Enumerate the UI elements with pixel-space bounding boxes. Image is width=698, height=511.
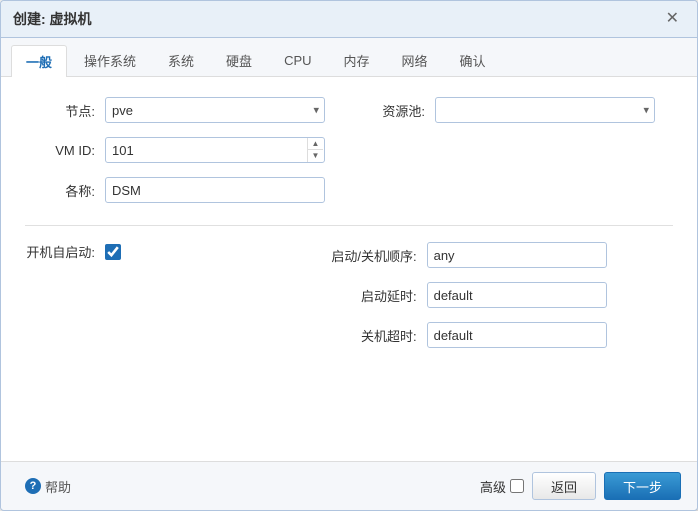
name-row: 各称: bbox=[25, 177, 325, 203]
tab-memory[interactable]: 内存 bbox=[329, 44, 385, 76]
name-label: 各称: bbox=[25, 181, 105, 200]
autostart-column: 开机自启动: bbox=[25, 242, 317, 362]
form-content: 节点: pve VM ID: ▲ ▼ bbox=[1, 77, 697, 461]
tab-system[interactable]: 系统 bbox=[153, 44, 209, 76]
advanced-checkbox[interactable] bbox=[510, 479, 524, 493]
node-select[interactable]: pve bbox=[105, 97, 325, 123]
create-vm-dialog: 创建: 虚拟机 ✕ 一般 操作系统 系统 硬盘 CPU 内存 网络 确认 节点:… bbox=[0, 0, 698, 511]
vmid-spinner-wrapper: ▲ ▼ bbox=[105, 137, 325, 163]
title-bar: 创建: 虚拟机 ✕ bbox=[1, 1, 697, 38]
resource-pool-select-wrapper bbox=[435, 97, 655, 123]
startup-column: 启动/关机顺序: 启动延时: 关机超时: bbox=[317, 242, 673, 362]
tab-network[interactable]: 网络 bbox=[387, 44, 443, 76]
help-button[interactable]: ? 帮助 bbox=[17, 473, 79, 500]
tab-os[interactable]: 操作系统 bbox=[69, 44, 151, 76]
startup-delay-label: 启动延时: bbox=[317, 286, 427, 305]
right-column: 资源池: bbox=[325, 97, 673, 217]
autostart-label: 开机自启动: bbox=[25, 242, 105, 261]
startup-delay-input[interactable] bbox=[427, 282, 607, 308]
tab-confirm[interactable]: 确认 bbox=[445, 44, 501, 76]
vmid-row: VM ID: ▲ ▼ bbox=[25, 137, 325, 163]
help-icon: ? bbox=[25, 478, 41, 494]
resource-pool-row: 资源池: bbox=[325, 97, 673, 123]
next-button[interactable]: 下一步 bbox=[604, 472, 681, 500]
autostart-checkbox-wrapper bbox=[105, 244, 121, 260]
left-column: 节点: pve VM ID: ▲ ▼ bbox=[25, 97, 325, 217]
footer-right: 高级 返回 下一步 bbox=[480, 472, 681, 500]
vmid-label: VM ID: bbox=[25, 143, 105, 158]
node-row: 节点: pve bbox=[25, 97, 325, 123]
section-divider bbox=[25, 225, 673, 226]
tab-general[interactable]: 一般 bbox=[11, 45, 67, 77]
shutdown-timeout-label: 关机超时: bbox=[317, 326, 427, 345]
vmid-up-arrow[interactable]: ▲ bbox=[307, 138, 323, 150]
autostart-row: 开机自启动: bbox=[25, 242, 317, 261]
resource-pool-select[interactable] bbox=[435, 97, 655, 123]
shutdown-timeout-input[interactable] bbox=[427, 322, 607, 348]
node-label: 节点: bbox=[25, 101, 105, 120]
vmid-spinner-arrows: ▲ ▼ bbox=[307, 138, 323, 162]
resource-pool-label: 资源池: bbox=[325, 101, 435, 120]
autostart-checkbox[interactable] bbox=[105, 244, 121, 260]
close-button[interactable]: ✕ bbox=[660, 9, 685, 29]
tab-bar: 一般 操作系统 系统 硬盘 CPU 内存 网络 确认 bbox=[1, 38, 697, 77]
help-label: 帮助 bbox=[45, 477, 71, 496]
vmid-down-arrow[interactable]: ▼ bbox=[307, 150, 323, 162]
bottom-section: 开机自启动: 启动/关机顺序: 启动延时: 关机超时: bbox=[25, 242, 673, 362]
advanced-label: 高级 bbox=[480, 477, 506, 496]
shutdown-timeout-row: 关机超时: bbox=[317, 322, 673, 348]
node-select-wrapper: pve bbox=[105, 97, 325, 123]
name-input[interactable] bbox=[105, 177, 325, 203]
startup-order-input[interactable] bbox=[427, 242, 607, 268]
advanced-checkbox-wrapper: 高级 bbox=[480, 477, 524, 496]
dialog-title: 创建: 虚拟机 bbox=[13, 9, 92, 29]
startup-delay-row: 启动延时: bbox=[317, 282, 673, 308]
back-button[interactable]: 返回 bbox=[532, 472, 596, 500]
tab-disk[interactable]: 硬盘 bbox=[211, 44, 267, 76]
startup-order-label: 启动/关机顺序: bbox=[317, 246, 427, 265]
startup-order-row: 启动/关机顺序: bbox=[317, 242, 673, 268]
vmid-input[interactable] bbox=[105, 137, 325, 163]
top-section: 节点: pve VM ID: ▲ ▼ bbox=[25, 97, 673, 217]
dialog-footer: ? 帮助 高级 返回 下一步 bbox=[1, 461, 697, 510]
tab-cpu[interactable]: CPU bbox=[269, 46, 326, 74]
